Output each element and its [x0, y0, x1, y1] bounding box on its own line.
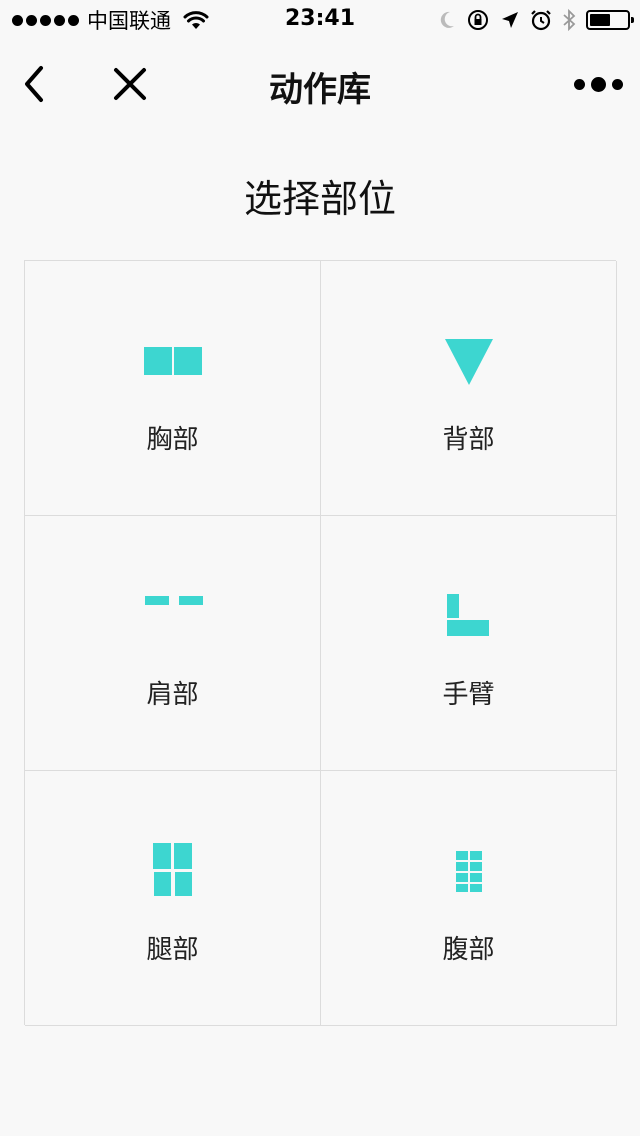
bluetooth-icon [563, 8, 576, 32]
page-title: 动作库 [269, 70, 371, 110]
abs-icon [455, 851, 482, 892]
body-part-label: 胸部 [146, 425, 199, 455]
back-icon [444, 339, 493, 385]
body-part-label: 腿部 [146, 935, 199, 965]
shoulder-icon [144, 596, 203, 605]
status-right [438, 7, 634, 33]
body-part-grid: 胸部 背部 肩部 手臂 腿部 腹部 [24, 260, 617, 1026]
arm-icon [446, 594, 489, 636]
body-part-shoulder[interactable]: 肩部 [25, 516, 321, 771]
battery-icon [586, 10, 634, 30]
leg-icon [152, 843, 192, 896]
rotation-lock-icon [468, 10, 488, 30]
body-part-leg[interactable]: 腿部 [25, 771, 321, 1026]
nav-bar: 动作库 [0, 40, 640, 130]
section-title: 选择部位 [243, 177, 396, 221]
body-part-back[interactable]: 背部 [321, 261, 617, 516]
body-part-abs[interactable]: 腹部 [321, 771, 617, 1026]
battery-level [590, 14, 610, 26]
status-bar: 中国联通 23:41 [0, 0, 640, 40]
body-part-chest[interactable]: 胸部 [25, 261, 321, 516]
body-part-arm[interactable]: 手臂 [321, 516, 617, 771]
body-part-label: 手臂 [442, 680, 495, 710]
chest-icon [143, 347, 202, 375]
body-part-label: 肩部 [146, 680, 199, 710]
body-part-label: 背部 [442, 425, 495, 455]
body-part-label: 腹部 [442, 935, 495, 965]
moon-icon [440, 11, 454, 28]
alarm-icon [531, 10, 551, 31]
more-dots-icon [573, 76, 623, 92]
location-icon [502, 12, 518, 28]
more-button[interactable] [570, 60, 626, 108]
